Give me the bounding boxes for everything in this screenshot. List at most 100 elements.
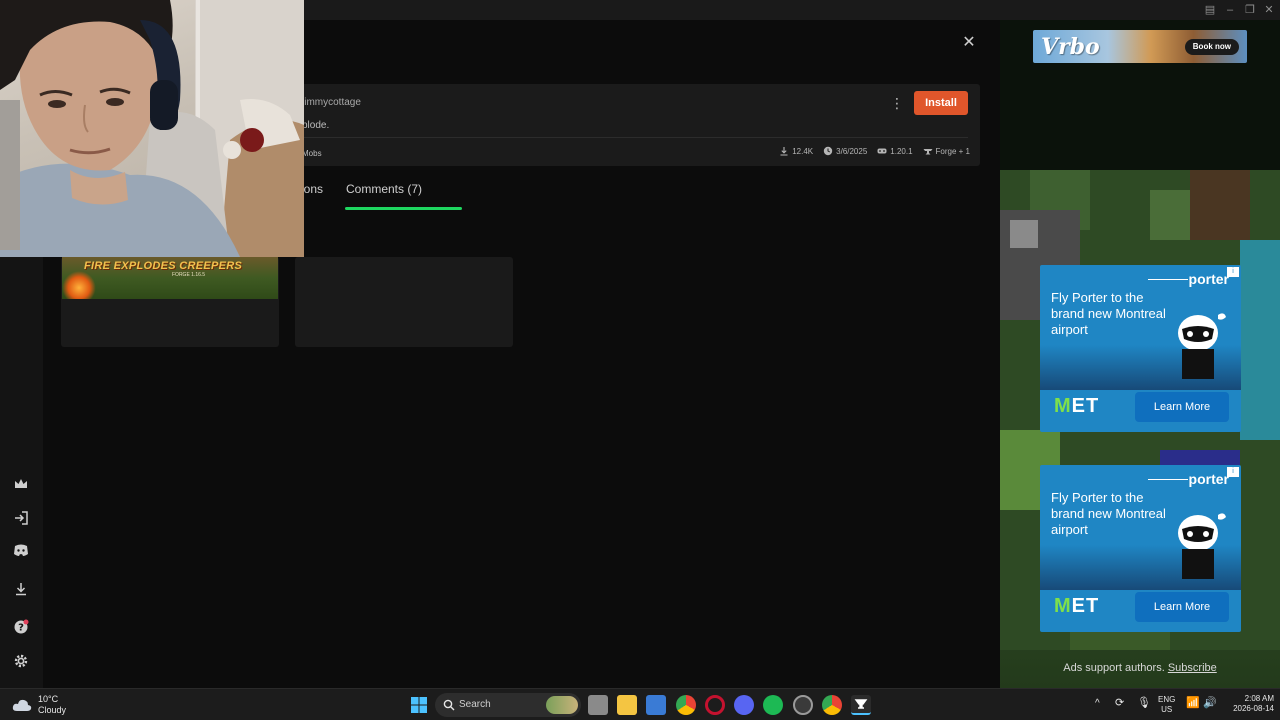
- sync-icon[interactable]: ⟳: [1115, 698, 1124, 709]
- chrome-icon[interactable]: [676, 695, 696, 715]
- webcam-person-image: [0, 0, 304, 257]
- volume-icon[interactable]: 🔊: [1203, 698, 1217, 709]
- updated-value: 3/6/2025: [836, 146, 868, 156]
- tab-comments[interactable]: Comments (7): [346, 182, 422, 196]
- mod-category[interactable]: Mobs: [302, 149, 322, 158]
- mod-stats: 12.4K 3/6/2025 1.20.1 Forge + 1: [779, 146, 970, 156]
- opera-icon[interactable]: [705, 695, 725, 715]
- ad-sidebar: Vrbo Book now porter i Fly Porter to the…: [1000, 20, 1280, 688]
- restore-icon[interactable]: ❐: [1242, 3, 1258, 17]
- learn-more-button[interactable]: Learn More: [1135, 592, 1229, 622]
- porter-headline: Fly Porter to the brand new Montreal air…: [1051, 490, 1166, 537]
- clock-icon: [823, 146, 833, 156]
- raccoon-mascot-image: [1178, 313, 1226, 379]
- store-icon[interactable]: [646, 695, 666, 715]
- language-code: ENG: [1158, 695, 1176, 704]
- raccoon-mascot-image: [1178, 513, 1226, 579]
- language-indicator[interactable]: ENG US: [1158, 695, 1175, 715]
- search-highlight-image: [546, 696, 578, 714]
- porter-logo: porter: [1188, 471, 1229, 487]
- spotify-icon[interactable]: [763, 695, 783, 715]
- minimize-icon[interactable]: –: [1222, 3, 1238, 17]
- clock-time: 2:08 AM: [1244, 694, 1274, 703]
- plane-line: [1148, 479, 1188, 480]
- clock[interactable]: 2:08 AM 2026-08-14: [1222, 694, 1274, 714]
- more-options-icon[interactable]: ⋮: [890, 94, 904, 112]
- wifi-icon[interactable]: 📶: [1186, 698, 1200, 709]
- help-icon[interactable]: ?: [11, 617, 31, 637]
- discord-taskbar-icon[interactable]: [734, 695, 754, 715]
- ad-footer: Ads support authors. Subscribe: [1000, 662, 1280, 674]
- file-explorer-icon[interactable]: [617, 695, 637, 715]
- adchoice-icon[interactable]: i: [1227, 267, 1239, 277]
- adchoice-icon[interactable]: i: [1227, 467, 1239, 477]
- porter-logo: porter: [1188, 271, 1229, 287]
- vrbo-ad[interactable]: Vrbo Book now: [1033, 30, 1247, 63]
- porter-ad[interactable]: porter i Fly Porter to the brand new Mon…: [1040, 265, 1241, 432]
- yul-met-logo: MET: [1054, 595, 1099, 618]
- downloads-stat: 12.4K: [779, 146, 813, 156]
- thumbnail-title: FIRE EXPLODES CREEPERS: [84, 260, 243, 272]
- subscribe-link[interactable]: Subscribe: [1168, 662, 1217, 674]
- gamepad-icon: [877, 148, 887, 154]
- curseforge-app-icon[interactable]: [851, 695, 871, 715]
- porter-headline: Fly Porter to the brand new Montreal air…: [1051, 290, 1166, 337]
- search-icon: [443, 699, 455, 711]
- temperature: 10°C: [38, 694, 59, 704]
- app-icon[interactable]: [793, 695, 813, 715]
- book-now-button[interactable]: Book now: [1184, 39, 1239, 55]
- screen: ▤ – ❐ ✕ ? ✕ jimmycottage plode. Mobs ⋮ I…: [0, 0, 1280, 720]
- taskbar-search[interactable]: Search: [435, 693, 581, 717]
- download-count-icon: [780, 147, 788, 156]
- close-window-icon[interactable]: ✕: [1261, 3, 1277, 17]
- downloads-value: 12.4K: [792, 146, 814, 156]
- mod-header-card: jimmycottage plode. Mobs ⋮ Install 12.4K…: [290, 84, 980, 166]
- sign-in-icon[interactable]: [11, 508, 31, 528]
- webcam-overlay: [0, 0, 304, 257]
- version-stat: 1.20.1: [877, 146, 913, 156]
- yul-met-logo: MET: [1054, 395, 1099, 418]
- updated-stat: 3/6/2025: [823, 146, 867, 156]
- mod-author[interactable]: jimmycottage: [302, 97, 361, 108]
- cloud-icon: [12, 699, 32, 711]
- show-hidden-icons[interactable]: ^: [1095, 699, 1100, 709]
- met-logo-m: M: [1054, 395, 1072, 417]
- svg-text:?: ?: [18, 623, 24, 634]
- anvil-icon: [923, 149, 933, 155]
- met-logo-m: M: [1054, 595, 1072, 617]
- close-icon[interactable]: ✕: [961, 35, 977, 51]
- gallery-thumbnail[interactable]: FIRE EXPLODES CREEPERS FORGE 1.16.5: [62, 257, 278, 299]
- windows-start-icon[interactable]: [409, 695, 429, 715]
- vrbo-logo: Vrbo: [1041, 34, 1100, 60]
- plane-line: [1148, 279, 1188, 280]
- version-value: 1.20.1: [890, 146, 913, 156]
- met-logo-et: ET: [1071, 595, 1100, 617]
- chrome-profile-icon[interactable]: [822, 695, 842, 715]
- mod-summary: plode.: [302, 120, 330, 131]
- thumbnail-subtitle: FORGE 1.16.5: [172, 272, 206, 278]
- clock-date: 2026-08-14: [1233, 704, 1274, 713]
- divider: [302, 137, 968, 138]
- crown-icon[interactable]: [11, 474, 31, 494]
- porter-ad[interactable]: porter i Fly Porter to the brand new Mon…: [1040, 465, 1241, 632]
- discord-icon[interactable]: [11, 540, 31, 560]
- gallery-card[interactable]: [295, 257, 513, 347]
- download-icon[interactable]: [11, 579, 31, 599]
- install-button[interactable]: Install: [914, 91, 968, 115]
- region-code: US: [1161, 705, 1173, 714]
- layout-icon[interactable]: ▤: [1202, 3, 1218, 17]
- loader-stat: Forge + 1: [923, 146, 970, 156]
- active-tab-indicator: [345, 207, 462, 210]
- tab-versions[interactable]: ions: [301, 182, 323, 196]
- weather-widget[interactable]: 10°C Cloudy: [12, 694, 66, 716]
- met-logo-et: ET: [1071, 395, 1100, 417]
- task-view-icon[interactable]: [588, 695, 608, 715]
- fire-graphic: [62, 271, 96, 299]
- loader-value: Forge + 1: [935, 146, 970, 156]
- ad-footer-text: Ads support authors.: [1063, 662, 1165, 674]
- taskbar: 10°C Cloudy Search ^ ⟳ 🎙 ENG US 📶 🔊 2:08…: [0, 688, 1280, 720]
- learn-more-button[interactable]: Learn More: [1135, 392, 1229, 422]
- search-label: Search: [459, 699, 491, 710]
- microphone-icon[interactable]: 🎙: [1137, 698, 1151, 709]
- settings-icon[interactable]: [11, 651, 31, 671]
